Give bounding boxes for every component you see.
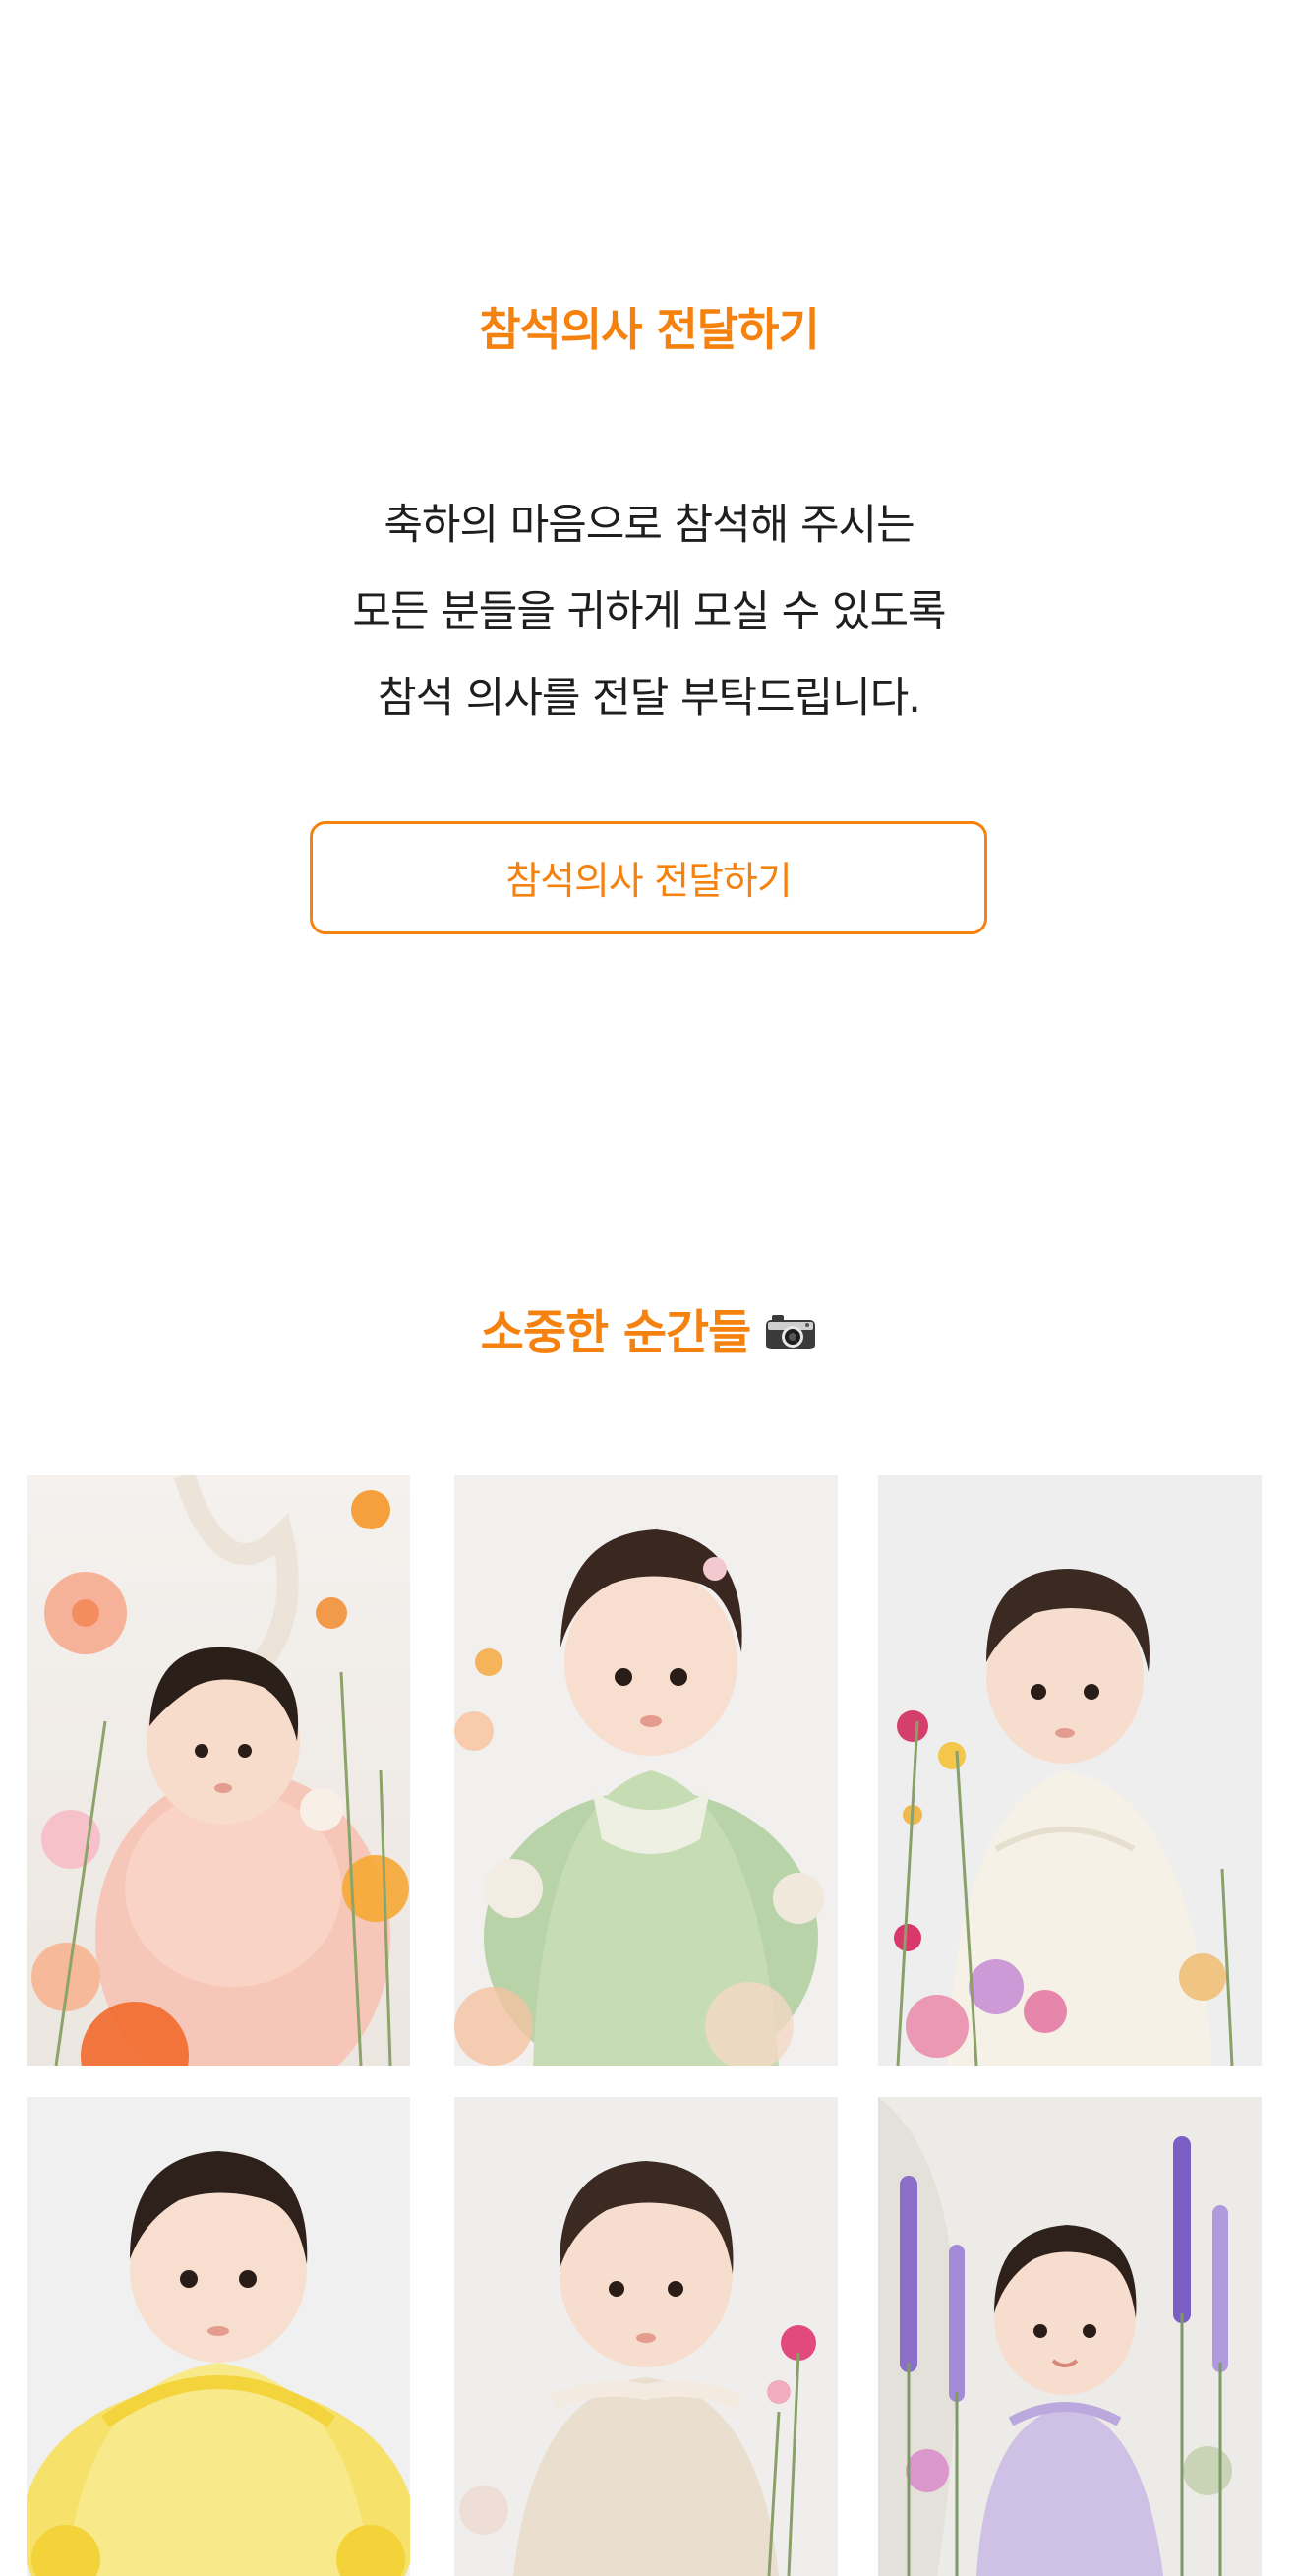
rsvp-section-title: 참석의사 전달하기 [479,303,820,356]
rsvp-button[interactable]: 참석의사 전달하기 [310,821,987,934]
gallery-photo-5[interactable] [454,2097,838,2576]
rsvp-message-line: 모든 분들을 귀하게 모실 수 있도록 [352,587,946,636]
gallery-photo-3[interactable] [878,1475,1262,2066]
gallery-title-text: 소중한 순간들 [480,1305,752,1360]
gallery-section-title: 소중한 순간들 [0,1290,1298,1365]
camera-icon [764,1308,817,1349]
gallery-photo-1[interactable] [27,1475,410,2066]
gallery-photo-6[interactable] [878,2097,1262,2576]
gallery-photo-2[interactable] [454,1475,838,2066]
gallery-photo-4[interactable] [27,2097,410,2576]
rsvp-message-line: 참석 의사를 전달 부탁드립니다. [378,674,921,723]
rsvp-message: 축하의 마음으로 참석해 주시는 모든 분들을 귀하게 모실 수 있도록 참석 … [0,482,1298,742]
rsvp-message-line: 축하의 마음으로 참석해 주시는 [384,501,914,550]
